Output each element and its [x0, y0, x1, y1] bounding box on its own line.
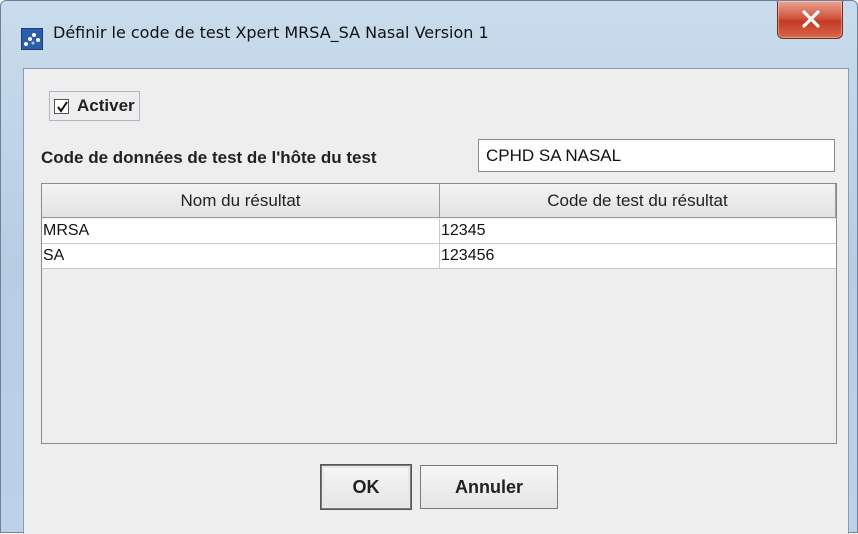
- host-code-label: Code de données de test de l'hôte du tes…: [41, 148, 377, 167]
- table-row[interactable]: MRSA 12345: [42, 219, 836, 244]
- close-button[interactable]: [777, 1, 843, 39]
- enable-checkbox[interactable]: [54, 98, 69, 114]
- close-x-icon: [802, 10, 820, 28]
- enable-checkbox-row[interactable]: Activer: [49, 91, 140, 121]
- cell-result-test-code[interactable]: 12345: [440, 219, 836, 243]
- dots-app-icon: [21, 28, 43, 50]
- dialog-window: Définir le code de test Xpert MRSA_SA Na…: [0, 0, 858, 534]
- host-code-field[interactable]: [478, 139, 835, 172]
- ok-button[interactable]: OK: [321, 465, 411, 509]
- table-row[interactable]: SA 123456: [42, 244, 836, 269]
- column-header-result-test-code[interactable]: Code de test du résultat: [440, 184, 836, 218]
- enable-checkbox-label: Activer: [77, 96, 135, 115]
- table-header: Nom du résultat Code de test du résultat: [42, 184, 836, 218]
- dialog-body: Activer Code de données de test de l'hôt…: [23, 68, 849, 534]
- cell-result-name[interactable]: SA: [42, 244, 440, 268]
- checkmark-icon: [57, 100, 68, 113]
- result-codes-table: Nom du résultat Code de test du résultat…: [41, 183, 837, 444]
- title-bar[interactable]: Définir le code de test Xpert MRSA_SA Na…: [1, 1, 857, 61]
- cell-result-test-code[interactable]: 123456: [440, 244, 836, 268]
- window-title: Définir le code de test Xpert MRSA_SA Na…: [53, 23, 489, 42]
- column-header-result-name[interactable]: Nom du résultat: [42, 184, 440, 218]
- cancel-button[interactable]: Annuler: [420, 465, 558, 509]
- cell-result-name[interactable]: MRSA: [42, 219, 440, 243]
